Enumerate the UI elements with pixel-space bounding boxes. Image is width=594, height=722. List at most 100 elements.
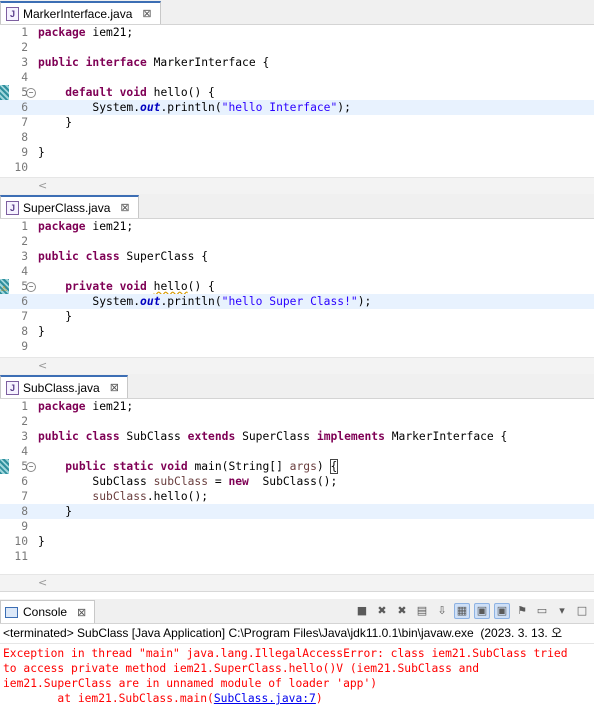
code-text: public static void main(String[] args) {: [65, 459, 339, 474]
code-line[interactable]: 9: [0, 519, 594, 534]
scroll-left-icon[interactable]: <: [38, 359, 47, 372]
code-line[interactable]: 2: [0, 234, 594, 249]
code-text: subClass.hello();: [92, 490, 209, 503]
close-icon[interactable]: ⊠: [77, 606, 86, 619]
tab-sub-class[interactable]: J SubClass.java ⊠: [0, 375, 128, 398]
horizontal-scrollbar[interactable]: <: [0, 357, 594, 375]
line-number: 3: [21, 56, 28, 69]
code-line[interactable]: −5 default void hello() {: [0, 85, 594, 100]
pin-console-icon[interactable]: ⚑: [514, 603, 530, 619]
code-area[interactable]: 1 package iem21; 2 3 public class SubClass e…: [0, 399, 594, 564]
line-number: 6: [21, 101, 28, 114]
code-line[interactable]: 2: [0, 414, 594, 429]
code-line[interactable]: 1 package iem21;: [0, 219, 594, 234]
line-number: 2: [21, 235, 28, 248]
scroll-left-icon[interactable]: <: [38, 179, 47, 192]
code-line[interactable]: 3 public class SubClass extends SuperClas…: [0, 429, 594, 444]
code-line[interactable]: 8: [0, 130, 594, 145]
tab-marker-interface[interactable]: J MarkerInterface.java ⊠: [0, 1, 161, 24]
code-line[interactable]: 9: [0, 339, 594, 354]
code-line[interactable]: 2: [0, 40, 594, 55]
scroll-left-icon[interactable]: <: [38, 576, 47, 589]
code-line[interactable]: 8 }: [0, 504, 594, 519]
scroll-lock-icon[interactable]: ⇩: [434, 603, 450, 619]
terminate-icon[interactable]: ■: [354, 603, 370, 619]
code-text: System.out.println("hello Super Class!")…: [38, 295, 372, 308]
open-console-icon[interactable]: ▾: [554, 603, 570, 619]
code-line[interactable]: 6 System.out.println("hello Super Class!…: [0, 294, 594, 309]
java-file-icon: J: [6, 380, 19, 395]
code-area[interactable]: 1 package iem21; 2 3 public class SuperClass…: [0, 219, 594, 354]
line-number: 3: [21, 430, 28, 443]
line-number: 9: [21, 520, 28, 533]
code-line[interactable]: −5 public static void main(String[] args…: [0, 459, 594, 474]
line-number: 1: [21, 220, 28, 233]
code-line[interactable]: 4: [0, 70, 594, 85]
code-line[interactable]: 9}: [0, 145, 594, 160]
code-line[interactable]: 6 System.out.println("hello Interface");: [0, 100, 594, 115]
clear-console-icon[interactable]: ▤: [414, 603, 430, 619]
line-gutter: 7: [0, 115, 34, 130]
code-text: }: [38, 505, 73, 518]
line-number: 5: [21, 86, 28, 99]
line-gutter: 4: [0, 264, 34, 279]
line-gutter: 8: [0, 504, 34, 519]
code-line[interactable]: − ⚠ 5 private void hello() {: [0, 279, 594, 294]
tab-console[interactable]: Console ⊠: [0, 600, 96, 623]
code-area[interactable]: 1 package iem21; 2 3 public interface Marker…: [0, 25, 594, 175]
show-on-stdout-icon[interactable]: ▣: [474, 603, 490, 619]
line-gutter: 10: [0, 534, 34, 549]
code-text: private void hello() {: [65, 280, 215, 293]
display-console-icon[interactable]: ▭: [534, 603, 550, 619]
code-line[interactable]: 1 package iem21;: [0, 25, 594, 40]
code-line[interactable]: 4: [0, 444, 594, 459]
code-text: public class SubClass extends SuperClass…: [38, 430, 508, 443]
stacktrace-link[interactable]: SubClass.java:7: [214, 692, 316, 705]
code-line[interactable]: 3 public class SuperClass {: [0, 249, 594, 264]
code-text: }: [38, 325, 45, 338]
horizontal-scrollbar[interactable]: <: [0, 574, 594, 592]
horizontal-scrollbar[interactable]: <: [0, 177, 594, 195]
code-line[interactable]: 1 package iem21;: [0, 399, 594, 414]
code-text: public interface MarkerInterface {: [38, 56, 270, 69]
override-marker-icon: [0, 85, 9, 100]
close-icon[interactable]: ⊠: [120, 201, 129, 214]
line-number: 9: [21, 340, 28, 353]
line-gutter: 3: [0, 429, 34, 444]
remove-launch-icon[interactable]: ✖: [374, 603, 390, 619]
code-line[interactable]: 7 }: [0, 309, 594, 324]
code-line[interactable]: 10: [0, 160, 594, 175]
code-line[interactable]: 7 subClass.hello();: [0, 489, 594, 504]
line-number: 7: [21, 490, 28, 503]
line-gutter: 2: [0, 234, 34, 249]
word-wrap-icon[interactable]: ▦: [454, 603, 470, 619]
editor-marker-interface: J MarkerInterface.java ⊠ 1 package iem21;…: [0, 0, 594, 195]
line-number: 4: [21, 445, 28, 458]
line-gutter: 8: [0, 130, 34, 145]
code-line[interactable]: 8}: [0, 324, 594, 339]
remove-all-terminated-icon[interactable]: ✖: [394, 603, 410, 619]
code-text: }: [38, 116, 73, 129]
close-icon[interactable]: ⊠: [142, 7, 151, 20]
java-file-icon: J: [6, 200, 19, 215]
line-number: 2: [21, 41, 28, 54]
code-line[interactable]: 10}: [0, 534, 594, 549]
line-number: 1: [21, 400, 28, 413]
line-number: 2: [21, 415, 28, 428]
line-number: 7: [21, 116, 28, 129]
line-number: 3: [21, 250, 28, 263]
tab-super-class[interactable]: J SuperClass.java ⊠: [0, 195, 139, 218]
line-gutter: 1: [0, 219, 34, 234]
show-on-stderr-icon[interactable]: ▣: [494, 603, 510, 619]
editor-super-class: J SuperClass.java ⊠ 1 package iem21; 2 3 pub…: [0, 194, 594, 375]
maximize-icon[interactable]: □: [574, 603, 590, 619]
line-number: 5: [21, 460, 28, 473]
code-line[interactable]: 4: [0, 264, 594, 279]
close-icon[interactable]: ⊠: [110, 381, 119, 394]
code-line[interactable]: 6 SubClass subClass = new SubClass();: [0, 474, 594, 489]
line-gutter: 9: [0, 519, 34, 534]
code-line[interactable]: 7 }: [0, 115, 594, 130]
code-line[interactable]: 11: [0, 549, 594, 564]
code-line[interactable]: 3 public interface MarkerInterface {: [0, 55, 594, 70]
code-text: default void hello() {: [65, 86, 215, 99]
